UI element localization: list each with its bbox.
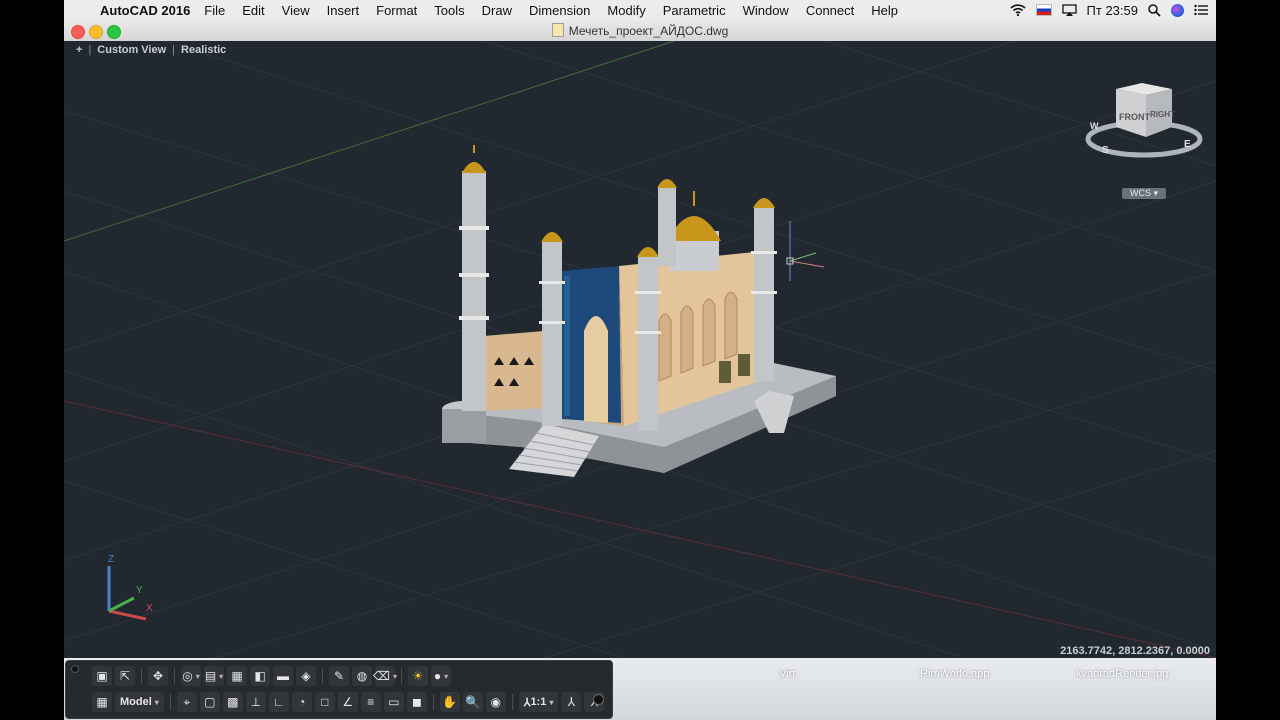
- wcs-label: WCS: [1129, 188, 1151, 198]
- coordinate-readout: 2163.7742, 2812.2367, 0.0000: [1060, 645, 1210, 657]
- viewcube-right-label[interactable]: RIGHT: [1150, 110, 1175, 119]
- model-space-menu[interactable]: Model ▾: [115, 692, 164, 712]
- grid-snap-icon[interactable]: ▩: [222, 692, 243, 712]
- pencil-icon[interactable]: ✎: [329, 666, 349, 686]
- surface-icon[interactable]: ▬: [273, 666, 293, 686]
- wcs-menu[interactable]: WCS ▾: [1122, 188, 1166, 199]
- grid-display-icon[interactable]: ▢: [199, 692, 220, 712]
- clock[interactable]: Пт 23:59: [1087, 3, 1138, 18]
- steeringwheel-icon[interactable]: ◉: [485, 692, 506, 712]
- eraser-icon[interactable]: ⌫ ▾: [373, 666, 397, 686]
- mac-menubar: AutoCAD 2016 File Edit View Insert Forma…: [64, 0, 1216, 20]
- status-toolbar: ▣ ⇱ ✥ ◎ ▾ ▤ ▾ ▦ ◧ ▬ ◈ ✎ ◍ ⌫ ▾ ☀ ● ▾ ▦ Model ▾…: [65, 660, 613, 719]
- document-title-text: Мечеть_проект_АЙДОС.dwg: [568, 24, 729, 38]
- zoom-icon[interactable]: 🔍: [462, 692, 483, 712]
- dock-label-rimworld[interactable]: RimWorld.app: [920, 668, 990, 680]
- selection-cycling-icon[interactable]: ◼: [406, 692, 427, 712]
- render-icon[interactable]: ● ▾: [431, 666, 451, 686]
- annotation-scale-menu[interactable]: ⅄ 1:1 ▾: [518, 692, 559, 712]
- sun-icon[interactable]: ☀: [408, 666, 428, 686]
- ucs-tool-icon[interactable]: ⇱: [115, 666, 135, 686]
- dock-label-virt[interactable]: Virt: [779, 668, 795, 680]
- ortho-icon[interactable]: ∟: [268, 692, 289, 712]
- input-language-flag-icon[interactable]: [1035, 4, 1052, 16]
- viewcube[interactable]: FRONT RIGHT S E W: [1084, 81, 1204, 171]
- menu-edit[interactable]: Edit: [242, 3, 264, 18]
- dwg-file-icon: [551, 23, 564, 37]
- new-drawing-icon[interactable]: ▣: [92, 666, 112, 686]
- polar-icon[interactable]: ◔: [291, 692, 312, 712]
- menu-help[interactable]: Help: [871, 3, 898, 18]
- view-preset-menu[interactable]: Custom View: [97, 44, 166, 56]
- box-icon[interactable]: ▦: [227, 666, 247, 686]
- otrack-icon[interactable]: ∠: [337, 692, 358, 712]
- viewcube-front-label[interactable]: FRONT: [1119, 112, 1150, 122]
- toolbar-row-1: ▣ ⇱ ✥ ◎ ▾ ▤ ▾ ▦ ◧ ▬ ◈ ✎ ◍ ⌫ ▾ ☀ ● ▾: [92, 665, 451, 687]
- menu-insert[interactable]: Insert: [327, 3, 360, 18]
- dynamic-ucs-icon[interactable]: ⊥: [245, 692, 266, 712]
- menubar-status: Пт 23:59: [1009, 0, 1208, 20]
- notification-center-icon[interactable]: [1194, 4, 1208, 16]
- viewport-menu-button[interactable]: +: [76, 44, 82, 56]
- ucs-y-label: Y: [136, 585, 143, 596]
- crosshair-cursor: [786, 221, 825, 281]
- grid-layout-icon[interactable]: ▦: [92, 692, 112, 712]
- wifi-icon[interactable]: [1009, 4, 1026, 16]
- orbit-icon[interactable]: ✥: [148, 666, 168, 686]
- toolbar-row-2: ▦ Model ▾ ⌖ ▢ ▩ ⊥ ∟ ◔ □ ∠ ≡ ▭ ◼ ✋ 🔍 ◉ ⅄ 1…: [92, 691, 605, 713]
- menu-draw[interactable]: Draw: [482, 3, 512, 18]
- menu-window[interactable]: Window: [743, 3, 789, 18]
- transparency-icon[interactable]: ▭: [383, 692, 404, 712]
- nav-wheel-icon[interactable]: ◎ ▾: [181, 666, 201, 686]
- compass-south[interactable]: S: [1102, 145, 1109, 156]
- app-menu[interactable]: AutoCAD 2016: [100, 3, 190, 18]
- 3d-model-scene: [64, 41, 1216, 658]
- viewcube-graphic[interactable]: [1084, 81, 1204, 171]
- window-titlebar: Мечеть_проект_АЙДОС.dwg: [64, 20, 1216, 42]
- ucs-z-label: Z: [108, 554, 115, 565]
- mosque-model[interactable]: [442, 145, 836, 477]
- drawing-viewport[interactable]: + | Custom View | Realistic Z Y X FRONT …: [64, 41, 1216, 658]
- document-title: Мечеть_проект_АЙДОС.dwg: [64, 23, 1216, 38]
- siri-icon[interactable]: [1171, 3, 1184, 17]
- dock-label-render[interactable]: kvadradRender.jpg: [1076, 668, 1168, 680]
- toolbar-customize-icon[interactable]: [593, 694, 604, 705]
- mesh-icon[interactable]: ◈: [296, 666, 316, 686]
- menu-tools[interactable]: Tools: [434, 3, 464, 18]
- spotlight-search-icon[interactable]: [1148, 3, 1161, 17]
- menu-connect[interactable]: Connect: [806, 3, 854, 18]
- menu-dimension[interactable]: Dimension: [529, 3, 590, 18]
- menu-format[interactable]: Format: [376, 3, 417, 18]
- toolbar-grip-icon[interactable]: [71, 665, 79, 673]
- compass-east[interactable]: E: [1184, 139, 1191, 150]
- visual-style-menu[interactable]: Realistic: [181, 44, 226, 56]
- menu-file[interactable]: File: [204, 3, 225, 18]
- model-label: Model: [120, 696, 152, 708]
- snap-icon[interactable]: ⌖: [176, 692, 197, 712]
- paint-icon[interactable]: ◍: [352, 666, 372, 686]
- layers-icon[interactable]: ▤ ▾: [204, 666, 224, 686]
- chevron-down-icon: ▾: [1150, 188, 1159, 198]
- pan-hand-icon[interactable]: ✋: [439, 692, 460, 712]
- airplay-icon[interactable]: [1061, 4, 1077, 16]
- viewport-controls: + | Custom View | Realistic: [76, 44, 227, 56]
- ucs-x-label: X: [146, 603, 153, 614]
- extrude-icon[interactable]: ◧: [250, 666, 270, 686]
- lineweight-icon[interactable]: ≡: [360, 692, 381, 712]
- compass-west[interactable]: W: [1090, 121, 1099, 131]
- annotation-visibility-icon[interactable]: ⅄: [561, 692, 582, 712]
- screen: AutoCAD 2016 File Edit View Insert Forma…: [64, 0, 1216, 720]
- menu-parametric[interactable]: Parametric: [663, 3, 726, 18]
- object-snap-icon[interactable]: □: [314, 692, 335, 712]
- scale-label: 1:1: [530, 696, 547, 708]
- menu-modify[interactable]: Modify: [607, 3, 645, 18]
- menu-view[interactable]: View: [282, 3, 310, 18]
